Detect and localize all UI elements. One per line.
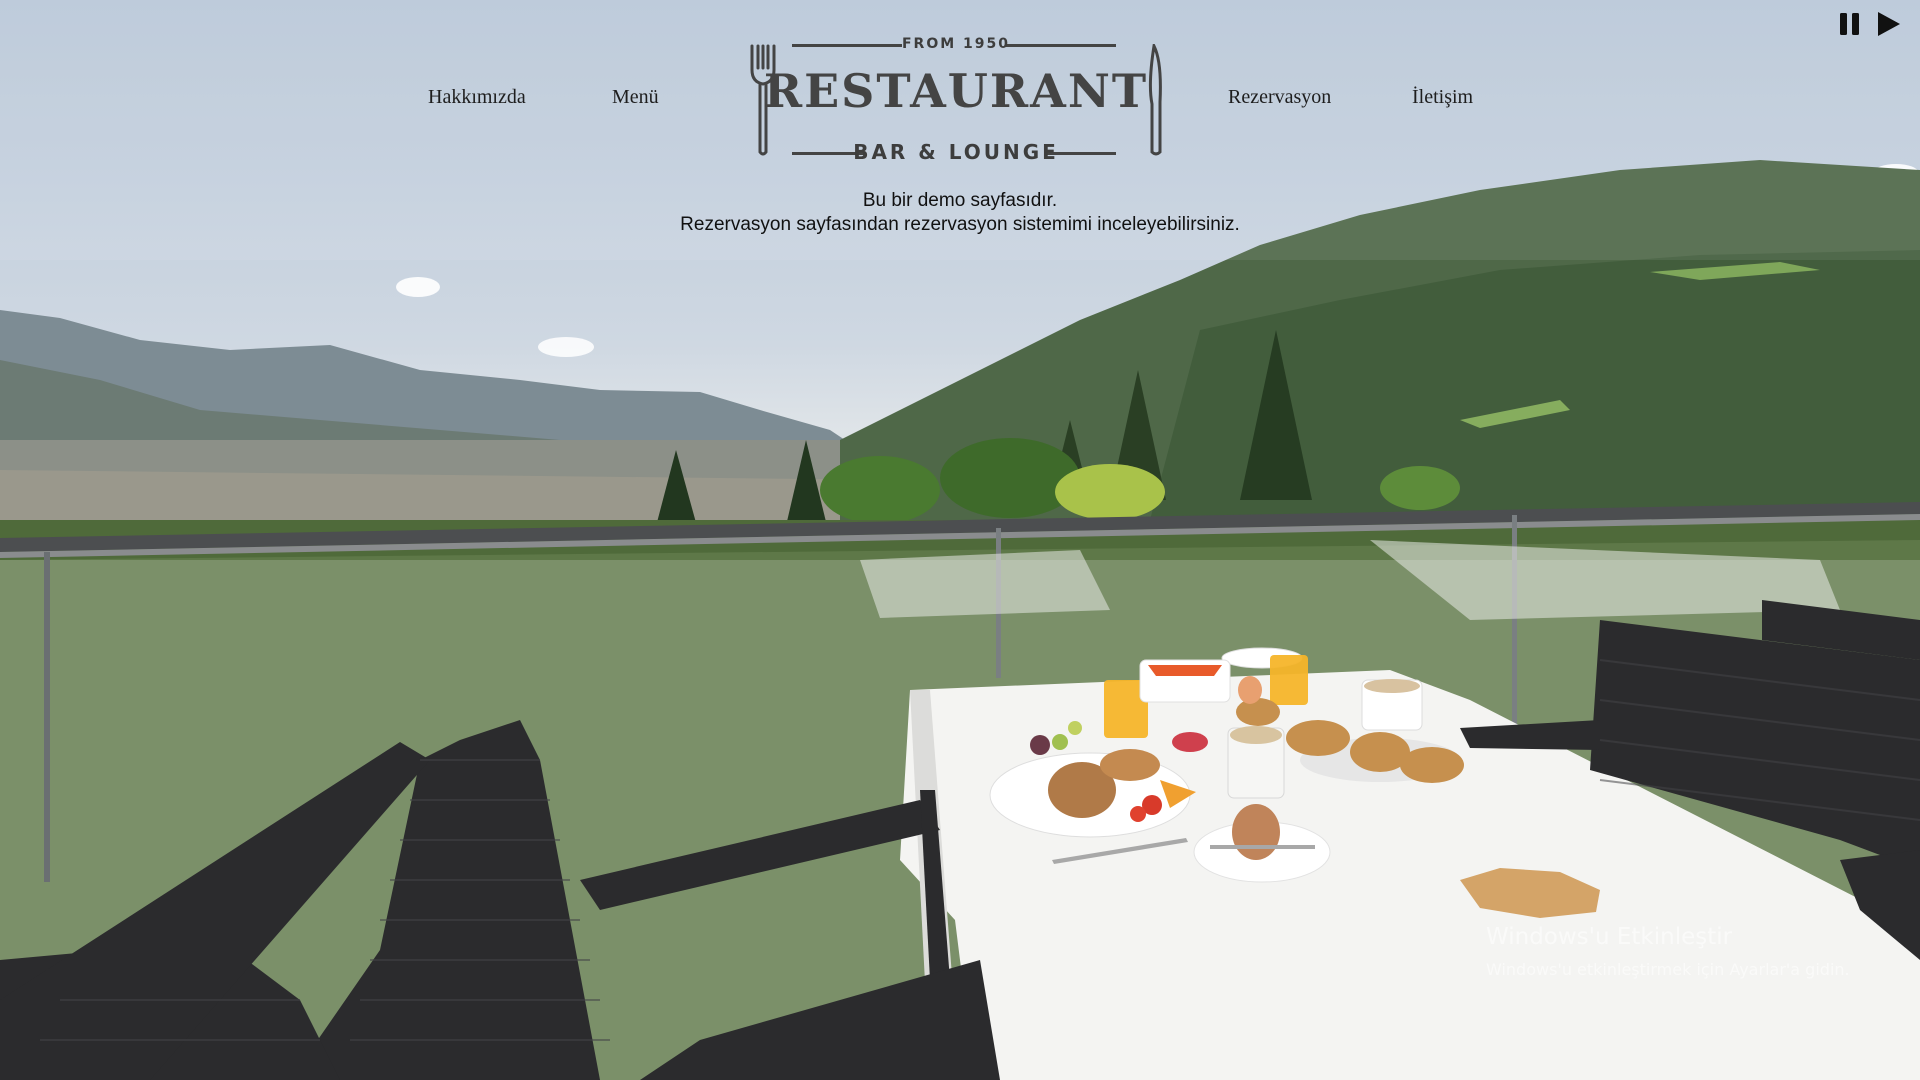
logo-since-text: FROM 1950	[901, 36, 1010, 52]
nav-link-contact[interactable]: İletişim	[1412, 86, 1473, 109]
nav-link-reservation[interactable]: Rezervasyon	[1228, 86, 1331, 109]
intro-line-2: Rezervasyon sayfasından rezervasyon sist…	[680, 214, 1240, 235]
play-icon	[1878, 12, 1900, 36]
logo-subtitle: BAR & LOUNGE	[853, 140, 1059, 164]
windows-activation-title: Windows'u Etkinleştir	[1486, 924, 1733, 950]
restaurant-logo[interactable]: FROM 1950 RESTAURANT BAR & LOUNGE	[744, 36, 1168, 162]
pause-icon	[1840, 13, 1859, 35]
logo-title: RESTAURANT	[763, 64, 1149, 118]
nav-link-menu[interactable]: Menü	[612, 86, 659, 109]
pause-button[interactable]	[1836, 10, 1864, 38]
windows-activation-subtitle: Windows'u etkinleştirmek için Ayarlar'a …	[1486, 960, 1850, 979]
nav-link-about[interactable]: Hakkımızda	[428, 86, 526, 109]
intro-line-1: Bu bir demo sayfasıdır.	[862, 190, 1058, 211]
play-button[interactable]	[1874, 10, 1902, 38]
